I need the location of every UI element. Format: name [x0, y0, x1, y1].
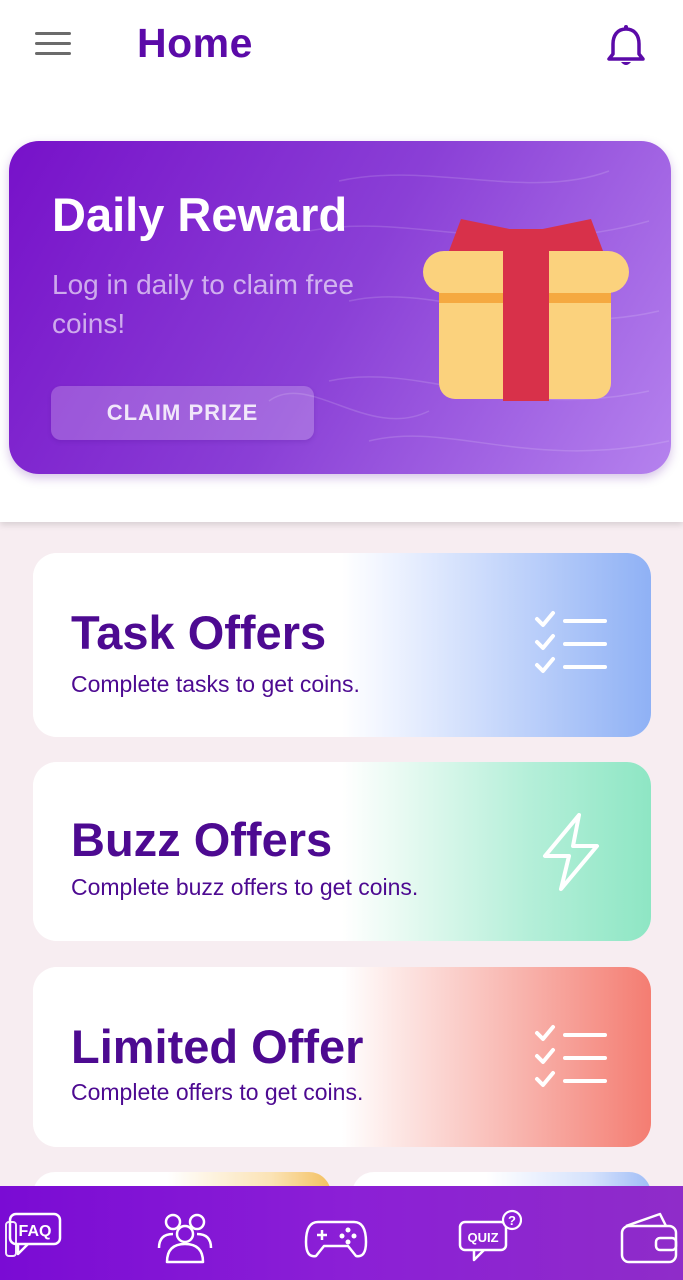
- users-icon[interactable]: [153, 1208, 217, 1266]
- checklist-icon: [535, 611, 607, 673]
- reward-title: Daily Reward: [52, 188, 348, 241]
- notification-bell-icon[interactable]: [604, 24, 648, 70]
- limited-offer-card[interactable]: Limited Offer Complete offers to get coi…: [33, 967, 651, 1147]
- gamepad-icon[interactable]: [304, 1208, 368, 1266]
- gift-icon: [423, 219, 629, 401]
- header-area: Home Daily Reward Log in daily to claim …: [0, 0, 683, 522]
- faq-icon[interactable]: FAQ: [4, 1208, 68, 1266]
- offer-title: Buzz Offers: [71, 813, 333, 866]
- svg-text:?: ?: [508, 1213, 516, 1228]
- offer-subtitle: Complete offers to get coins.: [71, 1079, 364, 1105]
- task-offers-card[interactable]: Task Offers Complete tasks to get coins.: [33, 553, 651, 737]
- hamburger-menu-icon[interactable]: [35, 30, 71, 58]
- quiz-label: QUIZ: [467, 1230, 498, 1245]
- offer-title: Task Offers: [71, 606, 327, 659]
- checklist-icon: [535, 1025, 607, 1087]
- lightning-icon: [543, 813, 599, 891]
- daily-reward-card: Daily Reward Log in daily to claim free …: [9, 141, 671, 474]
- faq-label: FAQ: [19, 1223, 52, 1240]
- offer-subtitle: Complete buzz offers to get coins.: [71, 874, 419, 900]
- page-title: Home: [137, 20, 253, 66]
- offer-title: Limited Offer: [71, 1020, 364, 1073]
- bottom-navigation: FAQ QUIZ ?: [0, 1186, 683, 1280]
- buzz-offers-card[interactable]: Buzz Offers Complete buzz offers to get …: [33, 762, 651, 941]
- claim-prize-button[interactable]: CLAIM PRIZE: [51, 386, 314, 440]
- wallet-icon[interactable]: [616, 1208, 680, 1266]
- quiz-icon[interactable]: QUIZ ?: [458, 1208, 522, 1266]
- offer-subtitle: Complete tasks to get coins.: [71, 671, 360, 697]
- reward-subtitle: Log in daily to claim free coins!: [52, 269, 354, 339]
